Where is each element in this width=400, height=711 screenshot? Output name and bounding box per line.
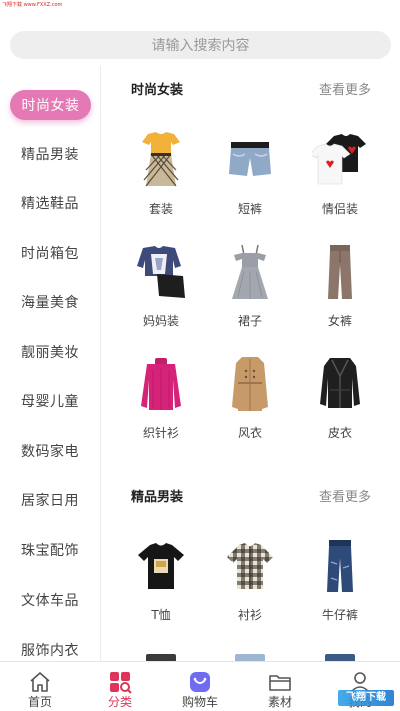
cart-icon <box>190 672 210 692</box>
sidebar-item-label: 精品男装 <box>21 147 79 163</box>
sidebar-item-label: 珠宝配饰 <box>21 543 79 559</box>
product-category-item[interactable]: 皮衣 <box>310 354 370 454</box>
tab-category[interactable]: 分类 <box>80 662 160 711</box>
tab-label: 首页 <box>27 695 52 709</box>
product-category-item[interactable]: 衬衫 <box>220 536 280 636</box>
watermark-text: 飞翔下载 www.FXXZ.com <box>2 2 63 8</box>
folder-icon <box>269 675 291 691</box>
item-label: 织针衫 <box>142 426 179 440</box>
item-label: 皮衣 <box>327 426 352 440</box>
gray-dress-icon <box>220 242 280 302</box>
dress-set-icon <box>131 130 191 190</box>
item-label: T恤 <box>151 608 171 622</box>
sidebar-item-label: 时尚箱包 <box>21 246 79 262</box>
search-input[interactable]: 请输入搜索内容 <box>10 31 391 59</box>
sidebar-item-label: 时尚女装 <box>21 98 80 114</box>
sidebar-item-label: 服饰内衣 <box>21 643 79 659</box>
watermark-badge: 飞翔下载 <box>338 690 394 706</box>
item-label: 衬衫 <box>237 608 262 622</box>
item-label: 妈妈装 <box>142 314 179 328</box>
partial-product-image <box>146 654 176 661</box>
view-more-link[interactable]: 查看更多 <box>319 486 371 505</box>
product-category-item[interactable]: 妈妈装 <box>131 242 191 342</box>
sidebar-item-label: 精选鞋品 <box>21 196 79 212</box>
sidebar-item-baby[interactable]: 母婴儿童 <box>0 386 100 416</box>
product-category-item[interactable]: 套装 <box>131 130 191 230</box>
tab-label: 分类 <box>107 695 132 709</box>
category-content: 时尚女装 查看更多 套装 短裤 情侣装 妈妈装 裙子 女裤 织针衫 风衣 皮衣 … <box>101 66 400 661</box>
sidebar-item-bags[interactable]: 时尚箱包 <box>0 238 100 268</box>
partial-product-image <box>235 654 265 661</box>
sidebar-item-home[interactable]: 居家日用 <box>0 485 100 515</box>
women-pants-icon <box>310 242 370 302</box>
sidebar-item-label: 海量美食 <box>21 295 79 311</box>
product-category-item[interactable]: 牛仔裤 <box>310 536 370 636</box>
item-label: 风衣 <box>237 426 262 440</box>
leather-jacket-icon <box>310 354 370 414</box>
search-placeholder: 请输入搜索内容 <box>151 38 250 54</box>
item-label: 情侣装 <box>321 202 358 216</box>
sidebar-item-label: 数码家电 <box>21 444 79 460</box>
black-tshirt-icon <box>131 536 191 596</box>
sidebar-item-underwear[interactable]: 服饰内衣 <box>0 635 100 661</box>
sidebar-item-sports[interactable]: 文体车品 <box>0 585 100 615</box>
sidebar-item-label: 母婴儿童 <box>21 394 79 410</box>
partial-product-image <box>325 654 355 661</box>
section-title: 时尚女装 <box>131 83 184 98</box>
product-category-item[interactable]: 短裤 <box>220 130 280 230</box>
knit-sweater-icon <box>131 354 191 414</box>
sidebar-item-men[interactable]: 精品男装 <box>0 139 100 169</box>
trench-coat-icon <box>220 354 280 414</box>
category-sidebar: 时尚女装 精品男装 精选鞋品 时尚箱包 海量美食 靓丽美妆 母婴儿童 数码家电 … <box>0 66 101 661</box>
home-icon <box>30 672 50 692</box>
jeans-icon <box>310 536 370 596</box>
product-category-item[interactable]: 情侣装 <box>310 130 370 230</box>
denim-shorts-icon <box>220 130 280 190</box>
tab-cart[interactable]: 购物车 <box>160 662 240 711</box>
sidebar-item-shoes[interactable]: 精选鞋品 <box>0 188 100 218</box>
sidebar-item-women[interactable]: 时尚女装 <box>10 90 91 120</box>
sidebar-item-label: 居家日用 <box>21 493 79 509</box>
sidebar-item-food[interactable]: 海量美食 <box>0 287 100 317</box>
category-icon <box>110 672 132 694</box>
sidebar-item-label: 靓丽美妆 <box>21 345 79 361</box>
product-category-item[interactable]: 织针衫 <box>131 354 191 454</box>
item-label: 女裤 <box>327 314 352 328</box>
product-category-item[interactable]: 裙子 <box>220 242 280 342</box>
plaid-shirt-icon <box>220 536 280 596</box>
tab-home[interactable]: 首页 <box>0 662 80 711</box>
sidebar-item-digital[interactable]: 数码家电 <box>0 436 100 466</box>
mother-outfit-icon <box>131 242 191 302</box>
product-category-item[interactable]: 女裤 <box>310 242 370 342</box>
item-label: 裙子 <box>237 314 262 328</box>
sidebar-item-jewelry[interactable]: 珠宝配饰 <box>0 535 100 565</box>
couple-tshirt-icon <box>310 130 370 190</box>
view-more-link[interactable]: 查看更多 <box>319 79 371 98</box>
item-label: 牛仔裤 <box>321 608 358 622</box>
item-label: 套装 <box>148 202 173 216</box>
sidebar-item-label: 文体车品 <box>21 593 79 609</box>
tab-material[interactable]: 素材 <box>240 662 320 711</box>
item-label: 短裤 <box>237 202 262 216</box>
tab-label: 购物车 <box>181 695 218 709</box>
product-category-item[interactable]: T恤 <box>131 536 191 636</box>
sidebar-item-beauty[interactable]: 靓丽美妆 <box>0 337 100 367</box>
tab-label: 素材 <box>267 695 292 709</box>
section-title: 精品男装 <box>131 490 184 505</box>
product-category-item[interactable]: 风衣 <box>220 354 280 454</box>
